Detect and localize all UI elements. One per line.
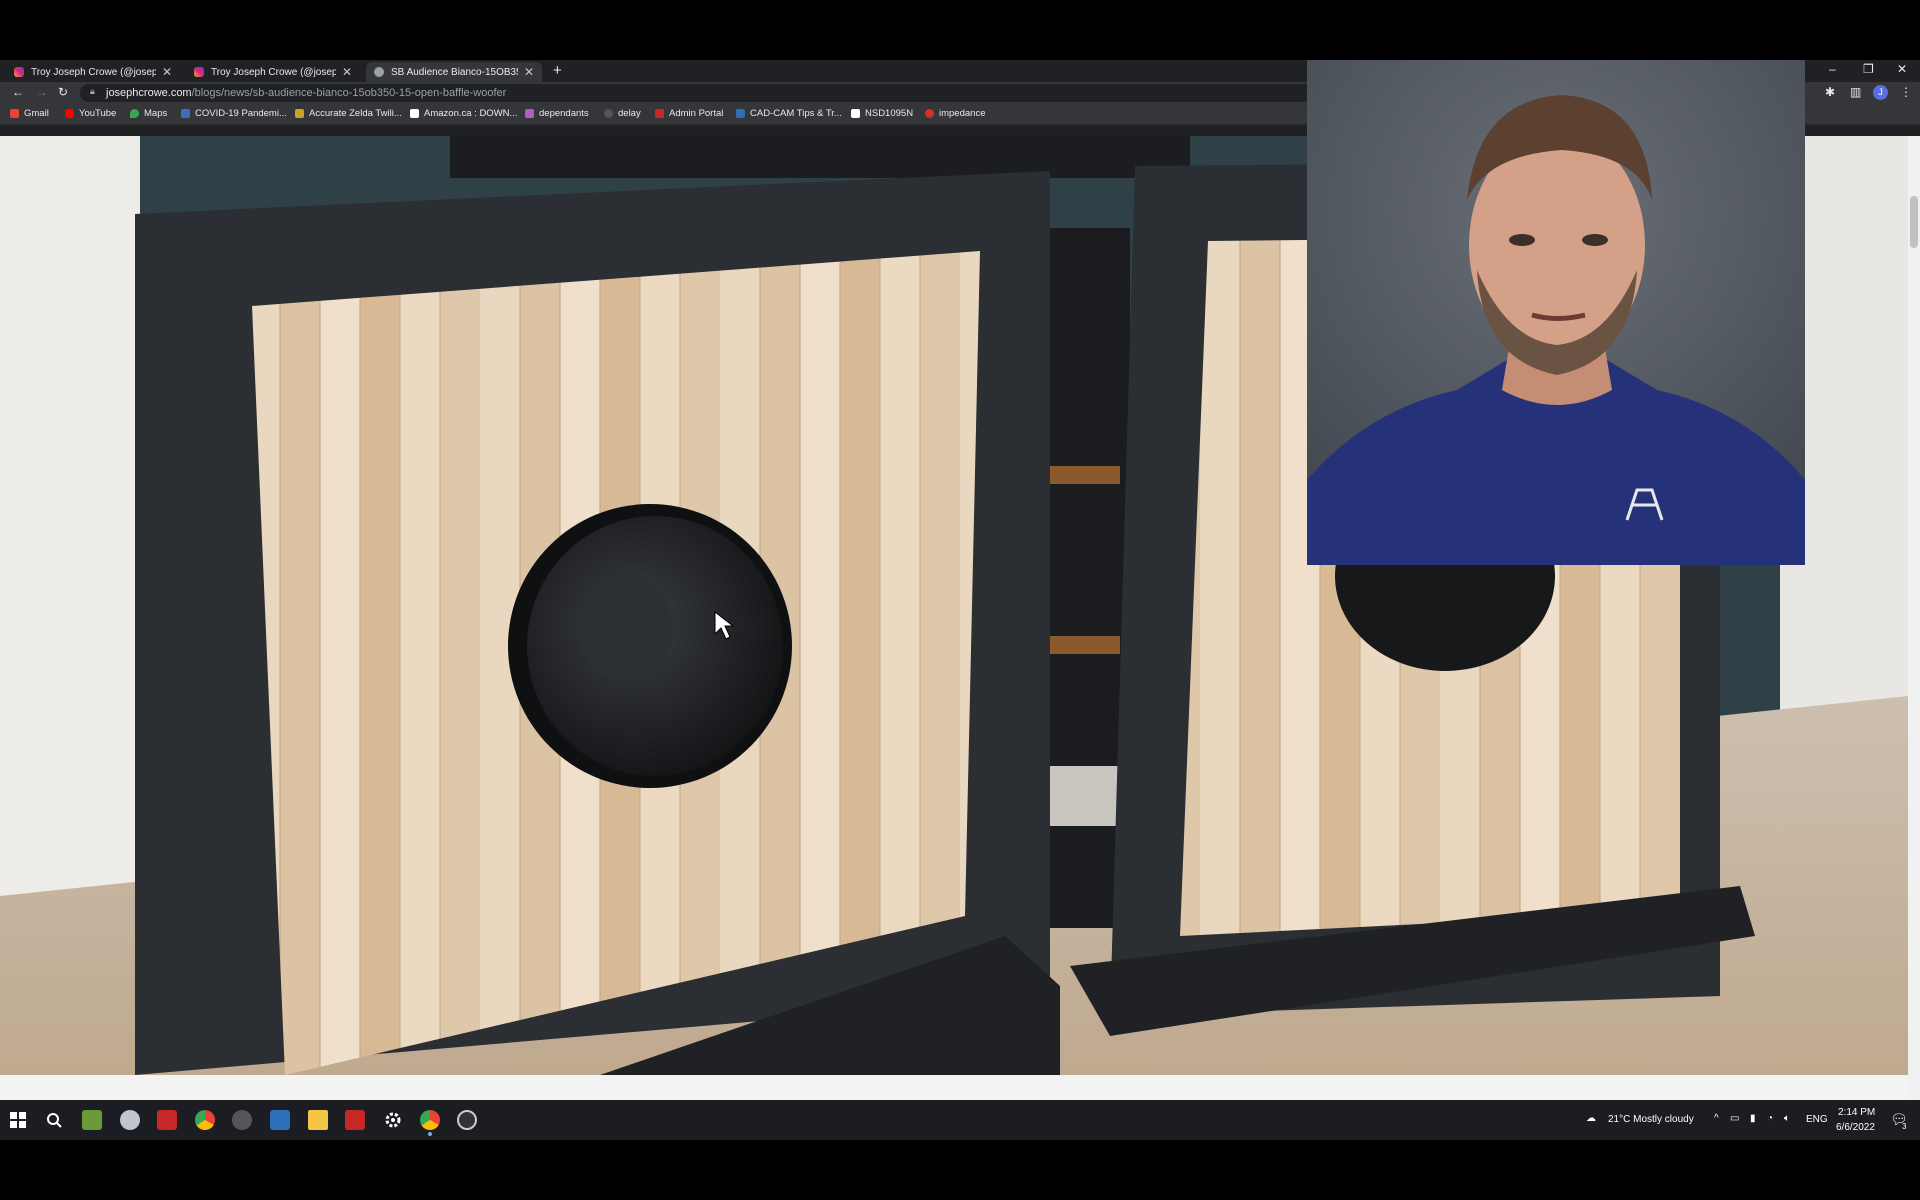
tray-chevron-icon[interactable]: ^ [1714,1113,1719,1124]
bookmark-admin-portal[interactable]: Admin Portal [655,108,723,119]
cloud-icon[interactable]: ☁ [1586,1113,1596,1124]
wifi-icon[interactable]: ◔ [1767,1113,1773,1124]
weather-text[interactable]: 21°C Mostly cloudy [1608,1114,1694,1125]
bookmark-amazon[interactable]: Amazon.ca : DOWN... [410,108,517,119]
globe-icon [604,109,613,118]
cad-icon [736,109,745,118]
chrome-active-icon[interactable] [420,1110,440,1130]
bookmark-nsd[interactable]: NSD1095N [851,108,913,119]
bookmark-zelda[interactable]: Accurate Zelda Twili... [295,108,402,119]
back-arrow-icon[interactable]: ← [12,85,24,99]
side-panel-icon[interactable]: ▥ [1850,85,1861,99]
instagram-icon [14,67,24,77]
youtube-icon [65,109,74,118]
bookmark-maps[interactable]: Maps [130,108,167,119]
bookmark-label: dependants [539,108,589,119]
minimize-icon[interactable]: – [1829,62,1836,76]
url-domain: josephcrowe.com [106,87,192,99]
square-logo-icon [851,109,860,118]
bookmark-label: Maps [144,108,168,119]
clock-date[interactable]: 6/6/2022 [1836,1122,1875,1133]
tab-instagram-1[interactable]: Troy Joseph Crowe (@joseph_crowe) ✕ [6,62,180,82]
bookmark-label: COVID-19 Pandemi... [195,108,287,119]
bookmark-label: Admin Portal [669,108,724,119]
bookmark-label: CAD-CAM Tips & Tr... [750,108,842,119]
tab-title: Troy Joseph Crowe (@joseph_crowe) [31,66,156,78]
chrome-icon[interactable] [195,1110,215,1130]
page-bottom-strip [0,1075,1908,1100]
url-path: /blogs/news/sb-audience-bianco-15ob350-1… [191,87,507,99]
screen: Troy Joseph Crowe (@joseph_crowe) ✕ Troy… [0,60,1920,1140]
maps-pin-icon [130,109,139,118]
windows-start-icon[interactable] [8,1110,28,1130]
page-scrollbar[interactable] [1908,136,1920,1100]
bookmark-dependants[interactable]: dependants [525,108,589,119]
obs-icon[interactable] [457,1110,477,1130]
bars-icon [295,109,304,118]
globe-icon [374,67,384,77]
scrollbar-thumb[interactable] [1910,196,1918,248]
tab-instagram-2[interactable]: Troy Joseph Crowe (@joseph_crowe) ✕ [186,62,360,82]
mic-icon[interactable]: ▮ [1750,1113,1756,1124]
close-tab-icon[interactable]: ✕ [524,65,534,79]
close-tab-icon[interactable]: ✕ [162,65,172,79]
volume-icon[interactable]: 🔈︎ [1784,1113,1790,1124]
bookmark-label: YouTube [79,108,117,119]
bookmark-label: Accurate Zelda Twili... [309,108,402,119]
amazon-icon [410,109,419,118]
close-window-icon[interactable]: ✕ [1897,62,1907,76]
language-indicator[interactable]: ENG [1806,1114,1828,1125]
solidworks-icon[interactable] [345,1110,365,1130]
calculator-icon[interactable] [270,1110,290,1130]
bookmark-gmail[interactable]: Gmail [10,108,49,119]
bookmark-label: NSD1095N [865,108,914,119]
triangle-icon [655,109,664,118]
restore-icon[interactable]: ❐ [1863,62,1874,76]
menu-kebab-icon[interactable]: ⋮ [1900,85,1912,99]
settings-gear-icon[interactable] [383,1110,403,1130]
bookmark-covid[interactable]: COVID-19 Pandemi... [181,108,287,119]
instagram-icon [194,67,204,77]
reload-icon[interactable]: ↻ [58,85,68,99]
tab-title: Troy Joseph Crowe (@joseph_crowe) [211,66,336,78]
bookmark-label: impedance [939,108,986,119]
m-logo-icon [525,109,534,118]
network-icon[interactable]: ▭ [1730,1113,1739,1124]
file-explorer-icon[interactable] [308,1110,328,1130]
bookmark-cadcam[interactable]: CAD-CAM Tips & Tr... [736,108,842,119]
lock-icon: 🔒︎ [90,86,95,96]
bookmark-label: delay [618,108,641,119]
bookmark-youtube[interactable]: YouTube [65,108,116,119]
bookmark-delay[interactable]: delay [604,108,641,119]
url-text[interactable]: josephcrowe.com/blogs/news/sb-audience-b… [106,87,506,99]
minecraft-icon[interactable] [82,1110,102,1130]
presenter-video [1307,60,1805,565]
new-tab-button[interactable]: + [553,62,562,80]
chart-icon [181,109,190,118]
app-icon[interactable] [232,1110,252,1130]
windows-taskbar: ☁ 21°C Mostly cloudy ^ ▭ ▮ ◔ 🔈︎ ENG 2:14… [0,1100,1920,1140]
clock-icon [925,109,934,118]
close-tab-icon[interactable]: ✕ [342,65,352,79]
search-icon[interactable] [44,1110,64,1130]
tab-active[interactable]: SB Audience Bianco-15OB350 15" Open Baff… [366,62,542,82]
bookmark-impedance[interactable]: impedance [925,108,985,119]
bookmark-label: Gmail [24,108,49,119]
notification-count: 3 [1902,1122,1907,1131]
forward-arrow-icon[interactable]: → [36,85,48,99]
app-red-icon[interactable] [157,1110,177,1130]
bookmark-label: Amazon.ca : DOWN... [424,108,518,119]
clock-time[interactable]: 2:14 PM [1838,1107,1875,1118]
profile-avatar[interactable]: J [1873,85,1888,100]
app-icon[interactable] [120,1110,140,1130]
webcam-overlay [1307,60,1805,565]
gmail-icon [10,109,19,118]
tab-title: SB Audience Bianco-15OB350 15" Open Baff… [391,66,518,78]
extensions-puzzle-icon[interactable]: ✱ [1825,85,1835,99]
